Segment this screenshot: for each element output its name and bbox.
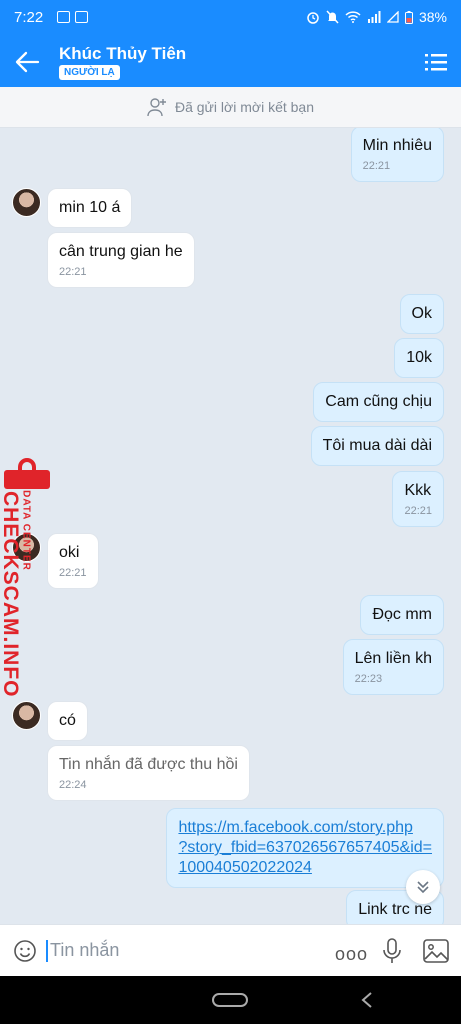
gallery-icon[interactable] [423,939,449,963]
battery-percent: 38% [418,9,447,25]
chat-header: Khúc Thủy Tiên NGƯỜI LẠ [0,37,461,87]
recalled-message-bubble[interactable]: Tin nhắn đã được thu hồi 22:24 [47,745,250,801]
watermark-brand: CHECKSCAM.INFO [0,491,22,698]
add-friend-icon [147,98,166,117]
text-cursor [46,940,48,962]
status-right: 38% [306,9,447,25]
image-notification-icon [75,11,88,23]
menu-icon[interactable] [425,52,447,72]
message-bubble[interactable]: Ok [399,294,444,334]
stranger-badge: NGƯỜI LẠ [59,65,120,80]
nav-back-icon[interactable] [359,991,375,1009]
message-bubble[interactable]: min 10 á [47,188,133,228]
message-bubble[interactable]: Min nhiêu 22:21 [350,128,444,182]
story-link-line[interactable]: ?story_fbid=637026567657405&id= [178,838,432,858]
mute-icon [326,10,339,24]
scroll-down-icon [417,881,429,894]
status-time: 7:22 [14,9,44,26]
chat-area[interactable]: Min nhiêu 22:21 min 10 á cân trung gian … [0,128,461,924]
message-input[interactable]: Tin nhắn [50,940,119,961]
notification-icons [57,11,88,23]
story-link-line[interactable]: 100040502022024 [178,858,432,878]
message-bubble[interactable]: có [47,701,88,741]
watermark: DATA CENTER CHECKSCAM.INFO [0,455,50,698]
more-options-button[interactable]: ooo [335,944,368,965]
battery-icon [404,10,413,24]
video-notification-icon [57,11,70,23]
link-message-bubble[interactable]: https://m.facebook.com/story.php ?story_… [166,808,444,888]
message-bubble[interactable]: cân trung gian he 22:21 [47,232,195,288]
signal-icon [367,11,381,23]
back-arrow-icon[interactable] [14,50,40,74]
message-bubble[interactable]: Cam cũng chịu [313,382,444,422]
message-input-bar: Tin nhắn ooo [0,924,461,976]
message-bubble[interactable]: Tôi mua dài dài [310,426,444,466]
contact-name[interactable]: Khúc Thủy Tiên [59,44,186,64]
alarm-icon [307,12,319,24]
contact-avatar[interactable] [12,701,41,730]
message-bubble[interactable]: Đọc mm [360,595,444,635]
emoji-icon[interactable] [13,939,37,963]
scroll-down-button[interactable] [406,870,440,904]
status-bar: 7:22 38% [0,0,461,37]
mic-icon[interactable] [382,938,402,964]
message-bubble[interactable]: Lên liền kh 22:23 [342,639,444,695]
signal-empty-icon [386,11,399,23]
message-bubble[interactable]: 10k [394,338,444,378]
message-bubble[interactable]: oki 22:21 [47,533,99,589]
contact-avatar[interactable] [12,188,41,217]
system-nav-bar [0,976,461,1024]
friend-request-text: Đã gửi lời mời kết bạn [174,99,314,115]
message-bubble[interactable]: Kkk 22:21 [392,471,444,527]
friend-request-bar: Đã gửi lời mời kết bạn [0,87,461,128]
watermark-sub: DATA CENTER [20,490,32,571]
wifi-icon [345,11,361,23]
home-button[interactable] [212,993,248,1007]
story-link-line[interactable]: https://m.facebook.com/story.php [178,818,432,838]
